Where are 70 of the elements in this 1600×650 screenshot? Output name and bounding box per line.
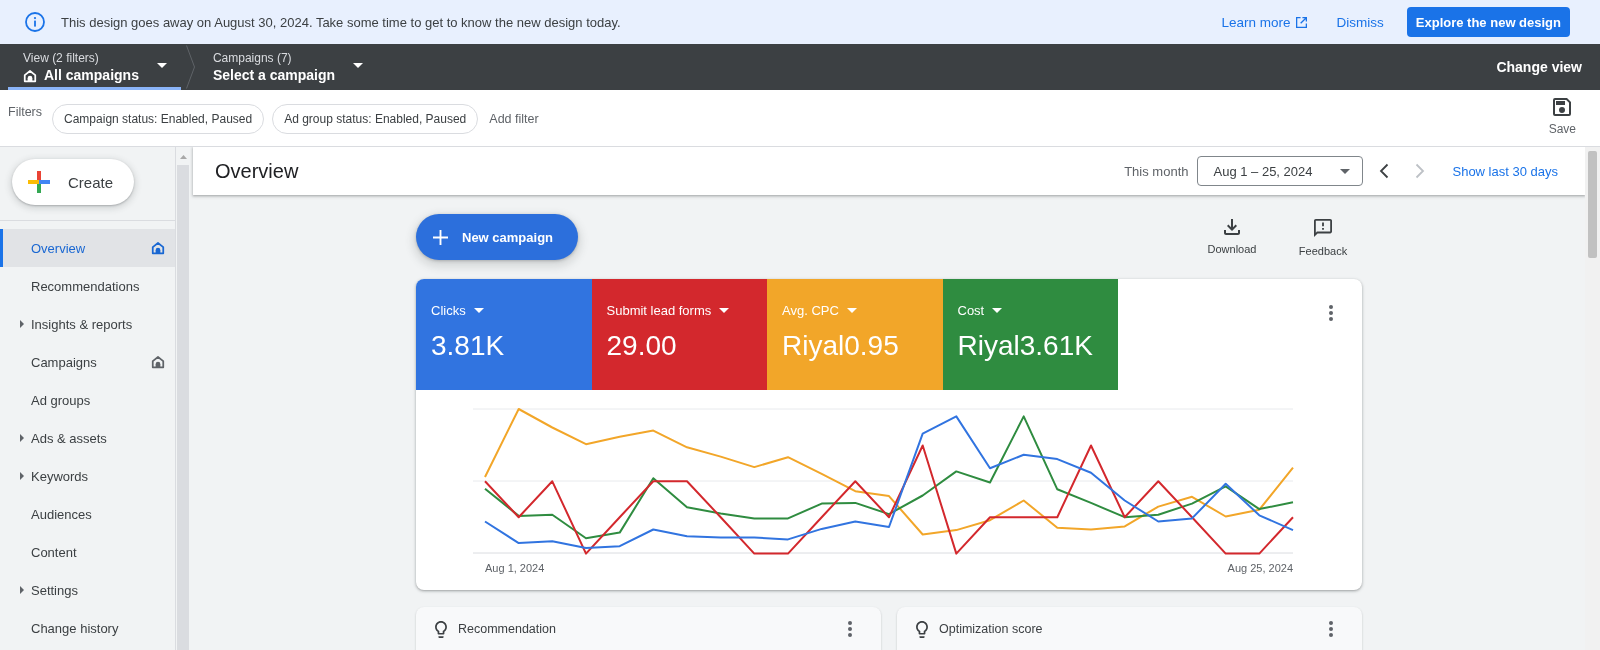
chevron-right-icon (1415, 163, 1426, 179)
caret-icon (20, 320, 24, 328)
feedback-icon (1314, 219, 1332, 237)
explore-button[interactable]: Explore the new design (1406, 7, 1570, 37)
info-icon (25, 12, 45, 32)
caret-icon (719, 308, 730, 313)
learn-more-link[interactable]: Learn more (1221, 14, 1307, 30)
sidebar-item[interactable]: Audiences (0, 495, 175, 533)
chevron-icon (185, 45, 195, 89)
add-filter-button[interactable]: Add filter (489, 104, 539, 134)
external-link-icon (1295, 16, 1307, 28)
plus-icon (28, 171, 50, 193)
lightbulb-icon (435, 620, 447, 638)
sidebar-item[interactable]: Settings (0, 571, 175, 609)
caret-icon (846, 308, 857, 313)
download-button[interactable]: Download (1205, 219, 1259, 259)
sidebar-item[interactable]: Ad groups (0, 381, 175, 419)
metric-value: 3.81K (431, 330, 506, 362)
create-button[interactable]: Create (12, 159, 134, 205)
caret-icon (473, 308, 484, 313)
sidebar-item[interactable]: Recommendations (0, 267, 175, 305)
axis-label: Aug 25, 2024 (1227, 562, 1293, 574)
show-last-30-days-link[interactable]: Show last 30 days (1452, 163, 1558, 179)
metric-selector[interactable]: Submit lead forms (606, 303, 730, 318)
more-options-button[interactable] (1329, 621, 1333, 637)
date-range-label: This month (1124, 163, 1189, 179)
date-range-dropdown[interactable]: Aug 1 – 25, 2024 (1197, 156, 1364, 186)
axis-label: Aug 1, 2024 (485, 562, 545, 574)
caret-icon (992, 308, 1003, 313)
plus-icon (433, 229, 448, 245)
sidebar-item[interactable]: Insights & reports (0, 305, 175, 343)
caret-icon (353, 63, 364, 68)
page-title: Overview (215, 159, 299, 183)
caret-icon (20, 434, 24, 442)
caret-icon (20, 472, 24, 480)
new-campaign-button[interactable]: New campaign (416, 214, 578, 260)
filters-label: Filters (8, 105, 43, 120)
metric-value: 29.00 (606, 330, 678, 362)
sidebar-item[interactable]: Overview (0, 229, 175, 267)
scroll-up-icon (179, 155, 187, 159)
sidebar-item[interactable]: Keywords (0, 457, 175, 495)
metric-selector[interactable]: Cost (957, 303, 1003, 318)
sidebar-item[interactable]: Campaigns (0, 343, 175, 381)
save-button[interactable]: Save (1548, 98, 1576, 136)
caret-icon (1340, 168, 1351, 174)
more-options-icon (848, 621, 852, 637)
banner-message: This design goes away on August 30, 2024. Take some time to get to know the new design today. (61, 14, 621, 30)
chevron-left-icon (1379, 163, 1390, 179)
metric-value: Riyal0.95 (782, 330, 900, 362)
feedback-button[interactable]: Feedback (1296, 219, 1350, 259)
caret-icon (20, 586, 24, 594)
sidebar-item[interactable]: Content (0, 533, 175, 571)
download-icon (1224, 219, 1240, 235)
metric-value: Riyal3.61K (957, 330, 1094, 362)
more-options-button[interactable] (1329, 305, 1333, 321)
caret-icon (156, 63, 167, 68)
sidebar-item[interactable]: Ads & assets (0, 419, 175, 457)
dismiss-button[interactable]: Dismiss (1336, 14, 1384, 30)
save-icon (1553, 98, 1572, 116)
more-options-icon (1329, 305, 1333, 321)
metric-selector[interactable]: Clicks (431, 303, 484, 318)
breadcrumb-dropdown[interactable]: Campaigns (7) Select a campaign (197, 44, 378, 90)
scrollbar-thumb[interactable] (1588, 151, 1597, 258)
change-view-button[interactable]: Change view (1496, 59, 1582, 75)
card-title: Recommendation (458, 622, 556, 636)
sidebar-item[interactable]: Change history (0, 609, 175, 647)
lightbulb-icon (916, 620, 928, 638)
card-title: Optimization score (939, 622, 1043, 636)
more-options-icon (1329, 621, 1333, 637)
more-options-button[interactable] (848, 621, 852, 637)
